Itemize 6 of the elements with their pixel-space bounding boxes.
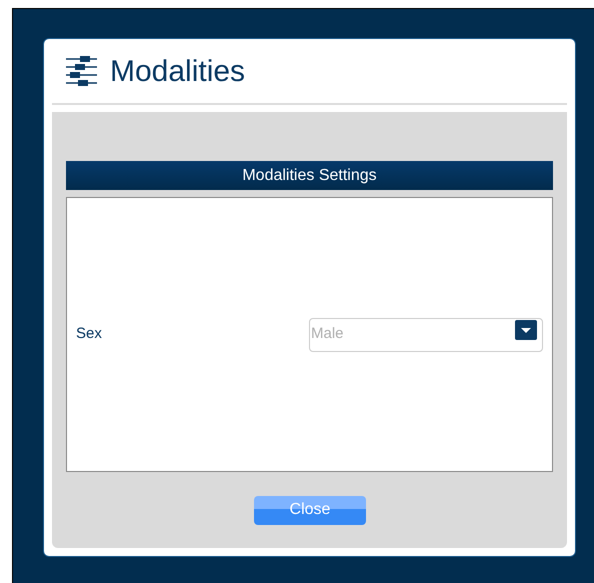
dialog-title: Modalities bbox=[110, 54, 246, 90]
section-header: Modalities Settings bbox=[66, 161, 553, 190]
close-button[interactable]: Close bbox=[254, 496, 366, 524]
sliders-icon bbox=[66, 55, 98, 87]
sex-dropdown[interactable]: Male bbox=[309, 318, 543, 352]
field-label: Sex bbox=[76, 324, 102, 344]
